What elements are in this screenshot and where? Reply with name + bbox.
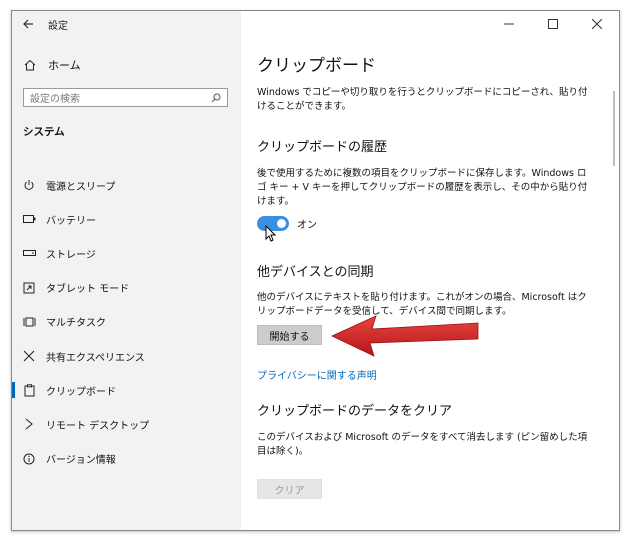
mouse-cursor-icon — [265, 225, 277, 242]
search-input[interactable]: 設定の検索 — [23, 88, 228, 107]
main-content: クリップボード Windows でコピーや切り取りを行うとクリップボードにコピー… — [241, 11, 619, 530]
back-button[interactable] — [12, 11, 44, 37]
home-icon — [12, 59, 48, 71]
maximize-button[interactable] — [531, 11, 575, 37]
sidebar-item-tablet[interactable]: タブレット モード — [12, 271, 241, 305]
info-icon — [12, 453, 46, 465]
window-controls — [487, 11, 619, 37]
titlebar-left: 設定 — [12, 11, 241, 37]
clear-heading: クリップボードのデータをクリア — [257, 404, 453, 419]
sidebar-item-label: バージョン情報 — [46, 455, 116, 467]
sidebar-item-label: ストレージ — [46, 249, 96, 261]
close-icon — [592, 19, 602, 29]
minimize-icon — [504, 23, 514, 25]
clipboard-icon — [12, 384, 46, 397]
sidebar-item-label: バッテリー — [46, 215, 96, 227]
sidebar-item-label: タブレット モード — [46, 284, 130, 296]
intro-text: Windows でコピーや切り取りを行うとクリップボードにコピーされ、貼り付ける… — [257, 87, 588, 112]
settings-window: 設定 ホーム 設定の検索 システム 電源とスリープ バッテリー ストレージ タブ… — [11, 10, 620, 531]
history-description: 後で使用するために複数の項目をクリップボードに保存します。Windows ロゴ … — [257, 168, 588, 207]
tablet-icon — [12, 282, 46, 294]
sidebar-item-label: マルチタスク — [46, 318, 106, 330]
sidebar-item-about[interactable]: バージョン情報 — [12, 442, 241, 476]
sidebar-item-label: 共有エクスペリエンス — [46, 352, 145, 364]
page-title: クリップボード — [257, 56, 376, 76]
get-started-button[interactable]: 開始する — [257, 325, 322, 345]
sidebar-item-clipboard[interactable]: クリップボード — [12, 373, 241, 407]
sidebar-item-remote-desktop[interactable]: リモート デスクトップ — [12, 407, 241, 441]
nav-home[interactable]: ホーム — [12, 53, 241, 77]
sidebar: 設定 ホーム 設定の検索 システム 電源とスリープ バッテリー ストレージ タブ… — [12, 11, 241, 530]
privacy-link[interactable]: プライバシーに関する声明 — [257, 367, 377, 382]
scrollbar[interactable] — [613, 91, 615, 166]
search-placeholder: 設定の検索 — [30, 94, 80, 105]
sidebar-item-label: クリップボード — [46, 386, 116, 398]
sidebar-item-label: リモート デスクトップ — [46, 420, 150, 432]
minimize-button[interactable] — [487, 11, 531, 37]
sidebar-item-label: 電源とスリープ — [46, 181, 116, 193]
section-title: システム — [23, 126, 65, 138]
sync-heading: 他デバイスとの同期 — [257, 265, 374, 280]
sidebar-item-storage[interactable]: ストレージ — [12, 236, 241, 270]
power-icon — [12, 179, 46, 191]
sidebar-nav: 電源とスリープ バッテリー ストレージ タブレット モード マルチタスク 共有エ… — [12, 168, 241, 476]
clear-button[interactable]: クリア — [257, 479, 322, 499]
close-button[interactable] — [575, 11, 619, 37]
search-icon — [211, 93, 221, 102]
toggle-knob — [277, 219, 286, 228]
storage-icon — [12, 249, 46, 257]
nav-home-label: ホーム — [48, 59, 81, 72]
multitask-icon — [12, 316, 46, 328]
history-heading: クリップボードの履歴 — [257, 140, 388, 155]
annotation-arrow-icon — [331, 315, 479, 357]
sidebar-item-power[interactable]: 電源とスリープ — [12, 168, 241, 202]
sidebar-item-battery[interactable]: バッテリー — [12, 202, 241, 236]
battery-icon — [12, 215, 46, 224]
share-icon — [12, 350, 46, 362]
sidebar-item-multitask[interactable]: マルチタスク — [12, 305, 241, 339]
window-title: 設定 — [48, 20, 68, 32]
arrow-left-icon — [22, 19, 33, 29]
sidebar-item-shared-experiences[interactable]: 共有エクスペリエンス — [12, 339, 241, 373]
clear-description: このデバイスおよび Microsoft のデータをすべて消去します (ピン留めし… — [257, 432, 588, 457]
maximize-icon — [548, 19, 558, 29]
toggle-label: オン — [297, 220, 317, 231]
remote-desktop-icon — [12, 418, 46, 430]
